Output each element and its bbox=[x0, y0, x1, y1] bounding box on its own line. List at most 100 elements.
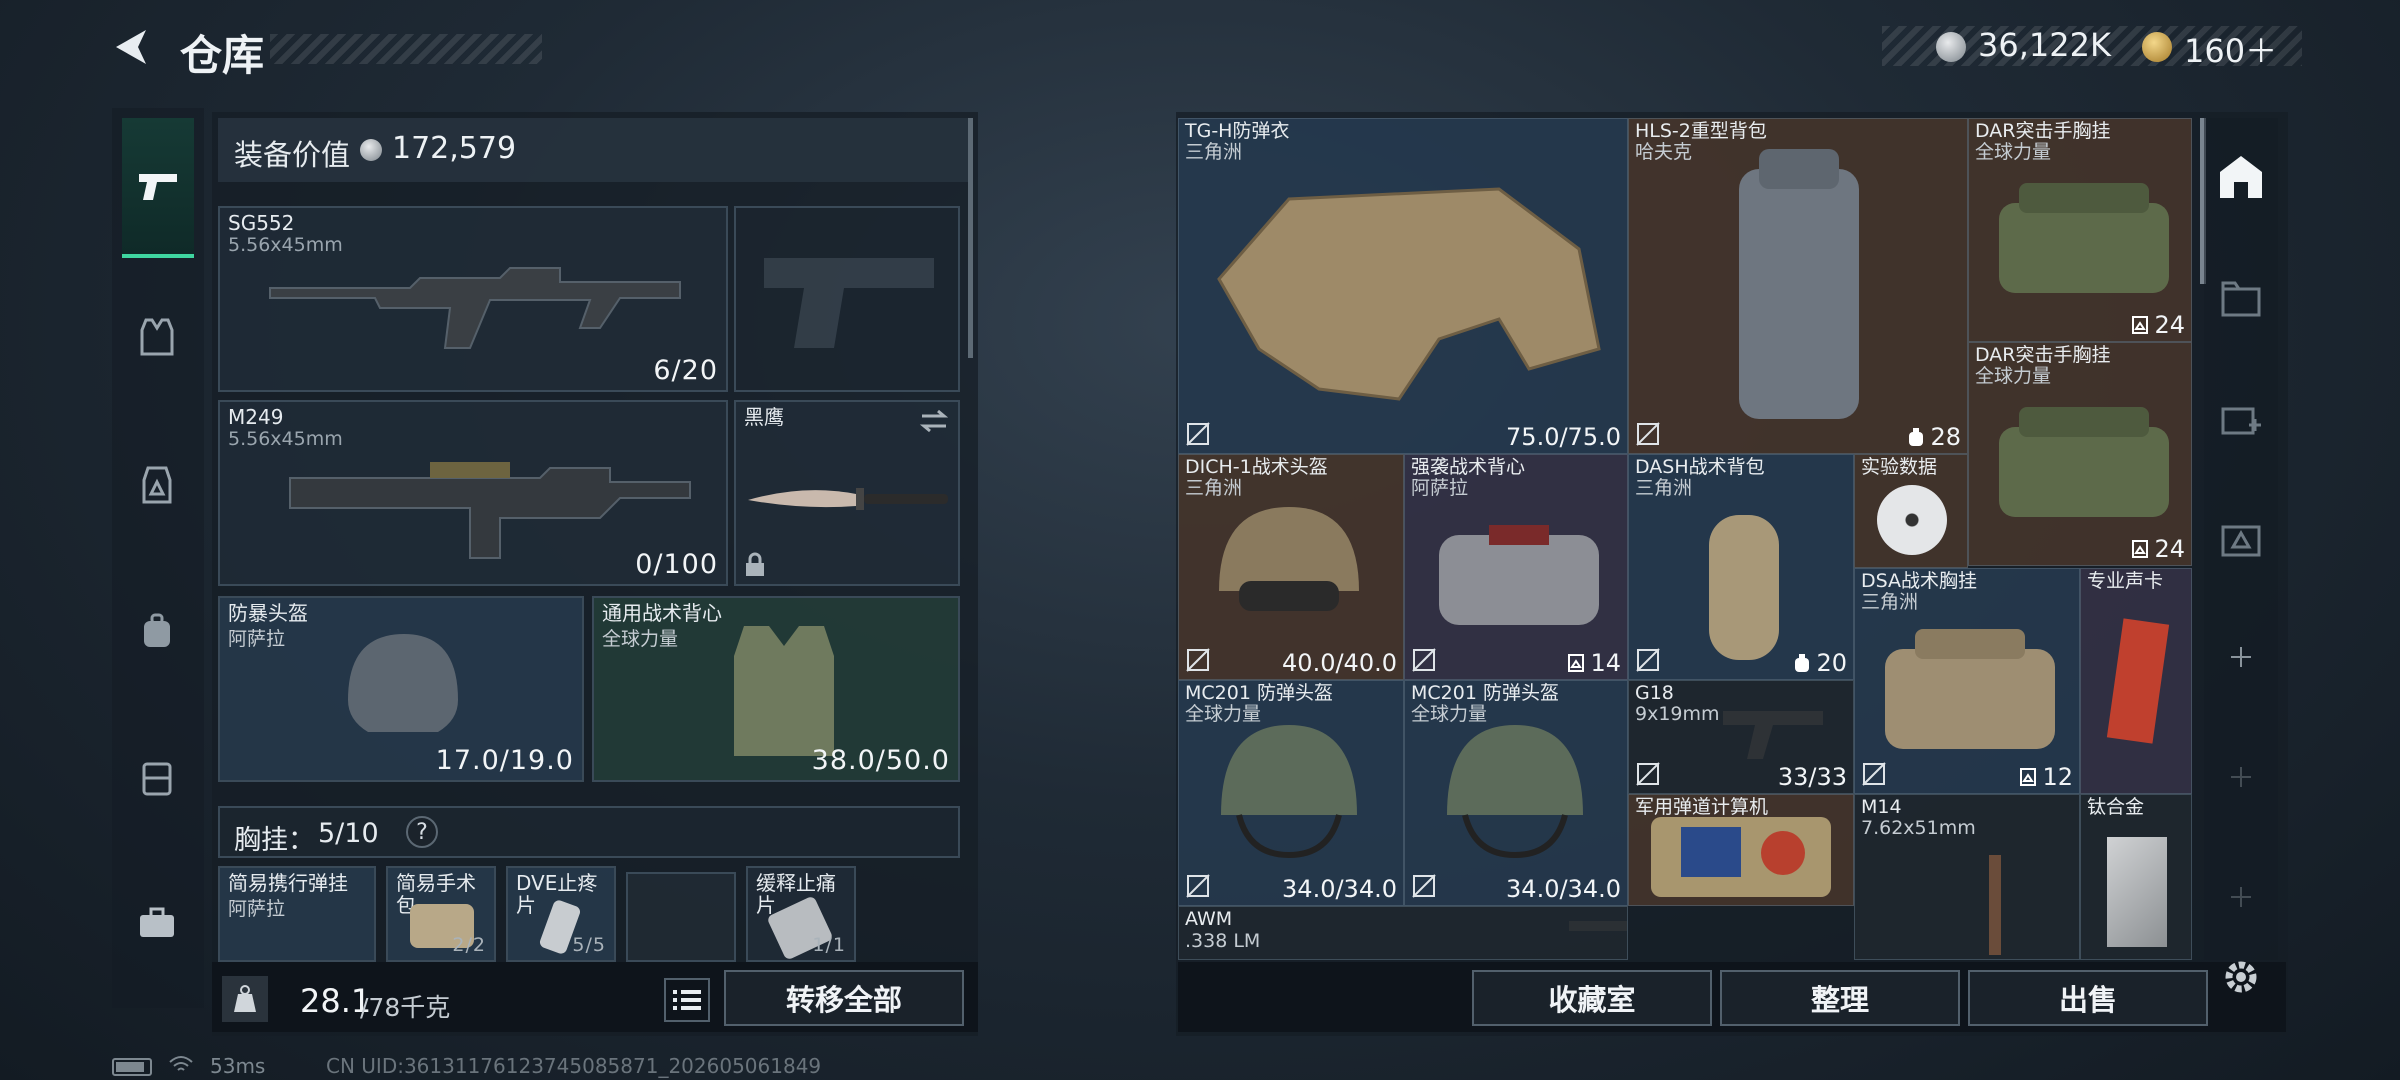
item-maker: 三角洲 bbox=[1185, 141, 1243, 163]
chest-rig-count: 5/10 bbox=[318, 818, 379, 849]
rig-item-count: 5/5 bbox=[572, 934, 606, 956]
storage-item[interactable]: 钛合金 bbox=[2080, 794, 2192, 960]
page-title: 仓库 bbox=[180, 31, 265, 80]
item-value: 28 bbox=[1930, 423, 1961, 451]
premium-value[interactable]: 160＋ bbox=[2184, 26, 2277, 72]
rig-item-count: 2/2 bbox=[452, 934, 486, 956]
storage-tab-main[interactable] bbox=[2208, 144, 2274, 210]
weapon-ammo: 6/20 bbox=[653, 355, 718, 386]
nav-tab-briefcase[interactable] bbox=[124, 890, 190, 956]
vest-image bbox=[734, 626, 834, 756]
nav-tab-case[interactable] bbox=[124, 744, 190, 810]
storage-item[interactable]: MC201 防弹头盔 全球力量 34.0/34.0 bbox=[1178, 680, 1404, 906]
battery-icon bbox=[112, 1058, 152, 1076]
item-name: 军用弹道计算机 bbox=[1635, 796, 1769, 818]
storage-item[interactable]: DASH战术背包 三角洲 20 bbox=[1628, 454, 1854, 680]
storage-item[interactable]: M14 7.62x51mm bbox=[1854, 794, 2080, 960]
storage-tab-3[interactable] bbox=[2208, 504, 2274, 570]
storage-item[interactable]: MC201 防弹头盔 全球力量 34.0/34.0 bbox=[1404, 680, 1628, 906]
plus-icon bbox=[2231, 887, 2251, 907]
item-name: 钛合金 bbox=[2087, 796, 2145, 818]
add-storage-button[interactable] bbox=[2208, 624, 2274, 690]
item-name: DAR突击手胸挂 bbox=[1975, 120, 2111, 142]
item-name: MC201 防弹头盔 bbox=[1411, 682, 1559, 704]
help-icon[interactable]: ? bbox=[406, 816, 438, 848]
item-name: DASH战术背包 bbox=[1635, 456, 1765, 478]
storage-item[interactable]: 专业声卡 bbox=[2080, 568, 2192, 794]
storage-item[interactable]: AWM .338 LM bbox=[1178, 906, 1628, 960]
item-value: 12 bbox=[2042, 763, 2073, 791]
rig-capacity-icon bbox=[2132, 540, 2149, 558]
item-name: 强袭战术背心 bbox=[1411, 456, 1526, 478]
item-capacity: 20 bbox=[1793, 649, 1847, 677]
weapon-ammo: 0/100 bbox=[635, 549, 718, 580]
secondary-weapon-slot[interactable]: M249 5.56x45mm 0/100 bbox=[218, 400, 728, 586]
storage-icon bbox=[2220, 156, 2262, 198]
vest-name: 通用战术背心 bbox=[602, 601, 722, 625]
transfer-all-button[interactable]: 转移全部 bbox=[724, 970, 964, 1026]
backpack-icon bbox=[144, 613, 170, 647]
storage-item[interactable]: 实验数据 bbox=[1854, 454, 1968, 568]
tactical-vest-image bbox=[1439, 525, 1599, 625]
rig-item-empty[interactable] bbox=[626, 872, 736, 962]
add-storage-button-disabled bbox=[2208, 864, 2274, 930]
item-value: 20 bbox=[1816, 649, 1847, 677]
rig-capacity-icon bbox=[2020, 768, 2037, 786]
sidearm-slot[interactable] bbox=[734, 206, 960, 392]
storage-item[interactable]: DSA战术胸挂 三角洲 12 bbox=[1854, 568, 2080, 794]
sort-button[interactable]: 整理 bbox=[1720, 970, 1960, 1026]
primary-weapon-slot[interactable]: SG552 5.56x45mm 6/20 bbox=[218, 206, 728, 392]
storage-tab-4[interactable] bbox=[2208, 264, 2274, 330]
swap-icon[interactable] bbox=[918, 408, 950, 434]
rig-item[interactable]: DVE止疼片 5/5 bbox=[506, 866, 616, 962]
tactical-helmet-image bbox=[1219, 507, 1359, 611]
list-view-button[interactable] bbox=[664, 978, 710, 1022]
helmet-slot[interactable]: 防暴头盔 阿萨拉 17.0/19.0 bbox=[218, 596, 584, 782]
storage-item[interactable]: HLS-2重型背包 哈夫克 28 bbox=[1628, 118, 1968, 454]
pistol-image bbox=[1723, 711, 1823, 759]
nav-tab-armor[interactable] bbox=[124, 304, 190, 370]
ballistic-helmet-image bbox=[1447, 725, 1583, 859]
storage-tab-add-4[interactable] bbox=[2208, 384, 2274, 450]
weight-icon bbox=[222, 976, 268, 1022]
sound-card-image bbox=[2106, 618, 2170, 744]
settings-button[interactable] bbox=[2208, 944, 2274, 1010]
storage-item[interactable]: G18 9x19mm 33/33 bbox=[1628, 680, 1854, 794]
collection-room-button[interactable]: 收藏室 bbox=[1472, 970, 1712, 1026]
back-icon[interactable] bbox=[108, 24, 154, 70]
melee-slot[interactable]: 黑鹰 bbox=[734, 400, 960, 586]
storage-item[interactable]: 军用弹道计算机 bbox=[1628, 794, 1854, 906]
rig-item[interactable]: 简易手术包 2/2 bbox=[386, 866, 496, 962]
item-value: 34.0/34.0 bbox=[1282, 875, 1397, 903]
storage-item[interactable]: TG-H防弹衣 三角洲 75.0/75.0 bbox=[1178, 118, 1628, 454]
uid-text: CN UID:36131176123745085871_202605061849 bbox=[326, 1054, 822, 1078]
item-value: 33/33 bbox=[1777, 763, 1847, 791]
backpack-capacity-icon bbox=[1795, 654, 1810, 672]
rig-item-maker: 阿萨拉 bbox=[228, 898, 286, 920]
equipment-value-label: 装备价值 bbox=[234, 138, 351, 172]
rig-item[interactable]: 缓释止痛片 1/1 bbox=[746, 866, 856, 962]
equipment-scrollbar[interactable] bbox=[968, 118, 973, 358]
item-capacity: 12 bbox=[2019, 763, 2073, 791]
knife-image bbox=[748, 488, 948, 510]
no-insure-icon bbox=[1636, 762, 1660, 786]
nav-tab-weapons[interactable] bbox=[122, 118, 194, 258]
storage-item[interactable]: DAR突击手胸挂 全球力量 24 bbox=[1968, 118, 2192, 342]
storage-item[interactable]: 强袭战术背心 阿萨拉 14 bbox=[1404, 454, 1628, 680]
chest-rig-icon bbox=[142, 466, 172, 504]
nav-tab-backpack[interactable] bbox=[124, 598, 190, 664]
rig-item[interactable]: 简易携行弹挂 阿萨拉 bbox=[218, 866, 376, 962]
item-maker: 三角洲 bbox=[1861, 591, 1919, 613]
rifle-image bbox=[269, 267, 681, 349]
sell-button[interactable]: 出售 bbox=[1968, 970, 2208, 1026]
rig-item-name: 简易携行弹挂 bbox=[228, 871, 348, 895]
chest-rig-image bbox=[1999, 407, 2169, 517]
item-name: M14 bbox=[1861, 796, 1902, 818]
storage-item[interactable]: DAR突击手胸挂 全球力量 24 bbox=[1968, 342, 2192, 566]
chest-rig-label: 胸挂： bbox=[234, 825, 315, 856]
storage-item[interactable]: DICH-1战术头盔 三角洲 40.0/40.0 bbox=[1178, 454, 1404, 680]
nav-tab-rig[interactable] bbox=[124, 452, 190, 518]
weapon-name: SG552 bbox=[228, 211, 295, 235]
item-maker: 9x19mm bbox=[1635, 703, 1720, 725]
vest-slot[interactable]: 通用战术背心 全球力量 38.0/50.0 bbox=[592, 596, 960, 782]
